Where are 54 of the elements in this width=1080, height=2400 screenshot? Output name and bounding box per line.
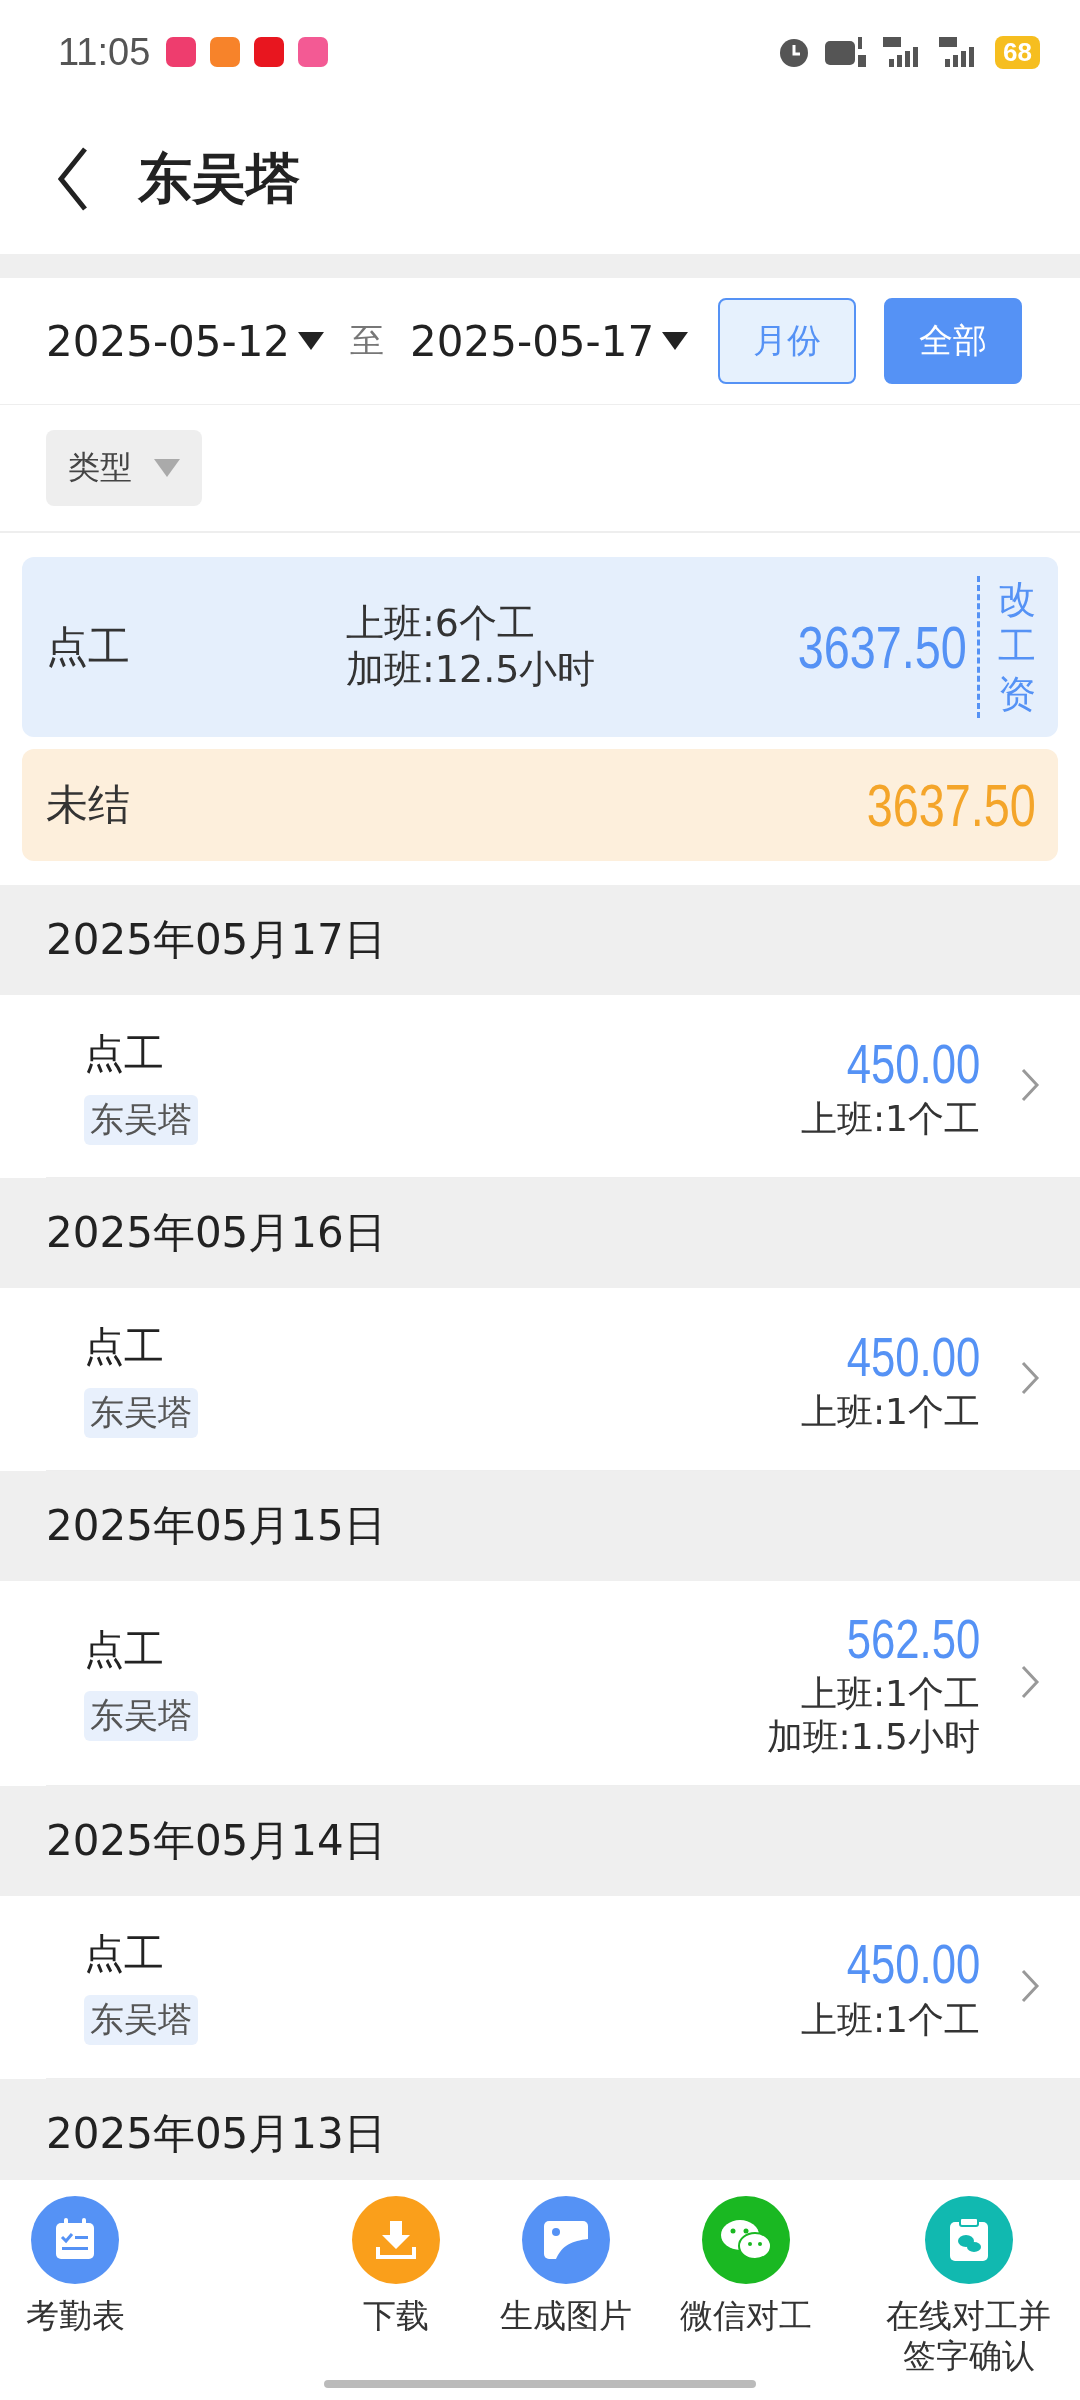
action-button[interactable]: 考勤表 <box>0 2196 150 2336</box>
date-heading: 2025年05月15日 <box>46 1500 386 1552</box>
record-type: 点工 <box>84 1321 164 1371</box>
record-detail: 加班:1.5小时 <box>766 1715 980 1759</box>
chevron-right-icon <box>1020 1663 1040 1700</box>
project-tag: 东吴塔 <box>84 1691 198 1742</box>
range-separator: 至 <box>350 319 385 362</box>
project-tag: 东吴塔 <box>84 1995 198 2046</box>
record-detail: 上班:1个工 <box>800 1390 980 1434</box>
record-amount: 450.00 <box>846 1030 980 1097</box>
app-notification-icon <box>210 37 241 67</box>
record-type: 点工 <box>84 1625 164 1675</box>
record-row[interactable]: 点工 东吴塔 562.50 上班:1个工 加班:1.5小时 <box>46 1581 1080 1786</box>
date-heading: 2025年05月16日 <box>46 1207 386 1259</box>
summary-amount: 3637.50 <box>797 612 967 682</box>
end-date-selector[interactable]: 2025-05-17 <box>410 316 689 366</box>
project-tag: 东吴塔 <box>84 1094 198 1145</box>
record-detail: 上班:1个工 <box>800 1097 980 1141</box>
back-icon[interactable] <box>58 147 88 211</box>
chevron-right-icon <box>1020 1360 1040 1396</box>
chevron-right-icon <box>1020 1067 1040 1103</box>
caret-icon <box>662 332 689 350</box>
app-notification-icon <box>298 37 329 67</box>
date-heading: 2025年05月14日 <box>46 1814 386 1867</box>
dropdown-icon <box>154 459 180 477</box>
unsettled-label: 未结 <box>46 779 131 831</box>
record-amount: 450.00 <box>846 1931 980 1998</box>
record-amount: 450.00 <box>846 1323 980 1390</box>
battery-level: 68 <box>995 35 1040 69</box>
status-time: 11:05 <box>58 30 151 74</box>
action-button[interactable]: 微信对工 <box>661 2196 831 2336</box>
action-button[interactable]: 在线对工并签字确认 <box>857 2196 1080 2376</box>
date-heading: 2025年05月13日 <box>46 2107 386 2160</box>
page-title: 东吴塔 <box>138 145 300 212</box>
record-detail: 上班:1个工 <box>800 1997 980 2041</box>
app-notification-icon <box>254 37 285 67</box>
unsettled-amount: 3637.50 <box>866 770 1036 840</box>
record-row[interactable]: 点工 东吴塔 450.00 上班:1个工 <box>46 1895 1080 2079</box>
project-tag: 东吴塔 <box>84 1387 198 1438</box>
record-detail: 上班:1个工 <box>800 1672 980 1716</box>
type-dropdown[interactable]: 类型 <box>46 430 202 506</box>
summary-label: 点工 <box>46 621 131 673</box>
app-notification-icon <box>166 37 197 67</box>
summary-detail: 加班:12.5小时 <box>346 647 596 693</box>
action-button[interactable]: 下载 <box>321 2196 471 2336</box>
date-heading: 2025年05月17日 <box>46 914 386 966</box>
start-date-selector[interactable]: 2025-05-12 <box>46 316 325 366</box>
chevron-right-icon <box>1020 1967 1040 2004</box>
record-type: 点工 <box>84 1028 164 1078</box>
record-amount: 562.50 <box>846 1606 980 1672</box>
summary-detail: 上班:6个工 <box>346 601 536 647</box>
action-button[interactable]: 生成图片 <box>471 2196 661 2336</box>
caret-icon <box>298 332 325 350</box>
record-type: 点工 <box>84 1929 164 1979</box>
